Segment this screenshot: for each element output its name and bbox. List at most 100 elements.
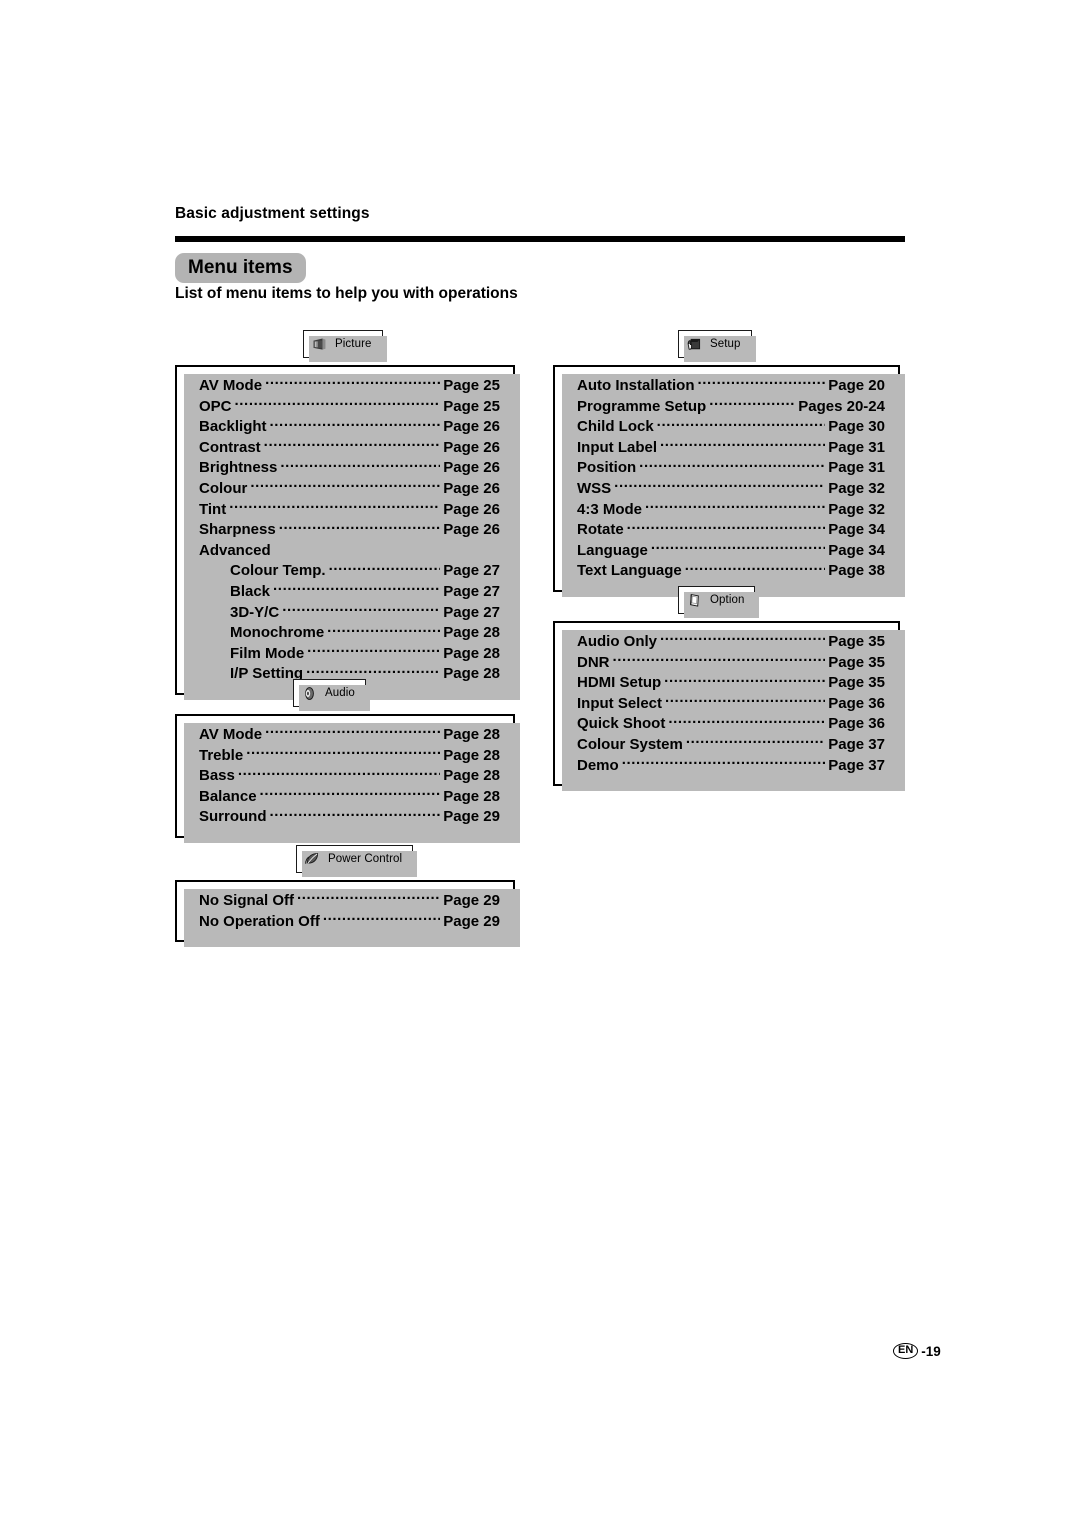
- menu-row: Text Language Page 38: [577, 560, 885, 581]
- menu-row: AV Mode Page 28: [199, 724, 500, 745]
- menu-item-page-ref: Page 29: [443, 912, 500, 930]
- menu-row: Bass Page 28: [199, 765, 500, 786]
- menu-row: Treble Page 28: [199, 745, 500, 766]
- menu-item-label: Tint: [199, 500, 227, 518]
- menu-tab-label: Option: [710, 594, 745, 606]
- menu-row: Monochrome Page 28: [199, 622, 500, 643]
- menu-row: Colour Page 26: [199, 478, 500, 499]
- menu-tab-power-control: Power Control: [296, 845, 418, 877]
- menu-row: Colour System Page 37: [577, 734, 885, 755]
- menu-item-page-ref: Page 30: [828, 418, 885, 436]
- dot-leader: [238, 765, 440, 780]
- running-head: Basic adjustment settings: [175, 205, 370, 222]
- menu-tab-setup: Setup: [678, 330, 756, 362]
- menu-item-label: WSS: [577, 479, 612, 497]
- dot-leader: [664, 672, 825, 687]
- menu-row: No Signal Off Page 29: [199, 890, 500, 911]
- dot-leader: [627, 519, 826, 534]
- menu-item-page-ref: Page 26: [443, 459, 500, 477]
- dot-leader: [270, 806, 441, 821]
- page-footer: EN -19: [893, 1343, 941, 1359]
- menu-item-page-ref: Pages 20-24: [798, 397, 885, 415]
- menu-box-picture: AV Mode Page 25 OPC Page 25 Backlight Page 26…: [175, 365, 520, 700]
- menu-row: Rotate Page 34: [577, 519, 885, 540]
- dot-leader: [323, 911, 440, 926]
- menu-item-label: Sharpness: [199, 521, 276, 539]
- dot-leader: [246, 745, 440, 760]
- dot-leader: [273, 581, 440, 596]
- menu-item-page-ref: Page 28: [443, 665, 500, 683]
- menu-row: Tint Page 26: [199, 499, 500, 520]
- menu-tab-option: Option: [678, 586, 760, 618]
- menu-item-page-ref: Page 26: [443, 418, 500, 436]
- menu-item-label: Monochrome: [230, 624, 325, 642]
- menu-row: Backlight Page 26: [199, 416, 500, 437]
- menu-tab-picture: Picture: [303, 330, 386, 362]
- dot-leader: [235, 396, 441, 411]
- menu-item-label: AV Mode: [199, 377, 263, 394]
- menu-item-label: Black: [230, 582, 271, 600]
- menu-row: Language Page 34: [577, 540, 885, 561]
- menu-row: Brightness Page 26: [199, 457, 500, 478]
- menu-item-page-ref: Page 28: [443, 787, 500, 805]
- manual-page: Basic adjustment settings Menu items Lis…: [0, 0, 1080, 1528]
- menu-box-setup: Auto InstallationPage 20Programme SetupP…: [553, 365, 905, 597]
- menu-item-page-ref: Page 36: [828, 694, 885, 712]
- menu-item-page-ref: Page 28: [443, 644, 500, 662]
- dot-leader: [327, 622, 440, 637]
- menu-item-label: Position: [577, 459, 637, 477]
- menu-item-label: Film Mode: [230, 644, 305, 662]
- menu-item-label: Brightness: [199, 459, 278, 477]
- leaf-icon: [304, 851, 321, 868]
- menu-tab-label: Audio: [325, 687, 355, 699]
- dot-leader: [686, 734, 825, 749]
- menu-item-label: No Operation Off: [199, 912, 320, 930]
- menu-item-page-ref: Page 28: [443, 726, 500, 743]
- menu-item-page-ref: Page 28: [443, 767, 500, 785]
- menu-item-page-ref: Page 26: [443, 521, 500, 539]
- dot-leader: [265, 375, 440, 390]
- dot-leader: [282, 602, 440, 617]
- menu-box-option: Audio Only Page 35 DNR Page 35 HDMI Setup Pag…: [553, 621, 905, 792]
- section-title-badge: Menu items: [175, 253, 306, 283]
- menu-item-page-ref: Page 27: [443, 582, 500, 600]
- menu-item-page-ref: Page 35: [828, 674, 885, 692]
- menu-item-page-ref: Page 37: [828, 735, 885, 753]
- menu-item-label: Language: [577, 541, 648, 559]
- menu-item-label: Colour Temp.: [230, 562, 326, 580]
- menu-row: Contrast Page 26: [199, 437, 500, 458]
- menu-item-page-ref: Page 35: [828, 633, 885, 650]
- menu-item-label: Colour System: [577, 735, 683, 753]
- menu-item-page-ref: Page 35: [828, 653, 885, 671]
- dot-leader: [279, 519, 441, 534]
- menu-item-label: Child Lock: [577, 418, 654, 436]
- menu-item-page-ref: Page 31: [828, 459, 885, 477]
- menu-item-page-ref: Page 25: [443, 397, 500, 415]
- dot-leader: [306, 663, 440, 678]
- dot-leader: [307, 643, 440, 658]
- dot-leader: [229, 499, 440, 514]
- menu-row: Audio Only Page 35: [577, 631, 885, 652]
- dot-leader: [657, 416, 826, 431]
- dot-leader: [250, 478, 440, 493]
- menu-row: 4:3 Mode Page 32: [577, 499, 885, 520]
- menu-item-label: AV Mode: [199, 726, 263, 743]
- menu-row: OPC Page 25: [199, 396, 500, 417]
- language-code-badge: EN: [893, 1343, 919, 1359]
- menu-row: Advanced: [199, 540, 500, 561]
- menu-item-label: DNR: [577, 653, 610, 671]
- menu-item-page-ref: Page 29: [443, 808, 500, 826]
- menu-item-label: 3D-Y/C: [230, 603, 280, 621]
- menu-row: Balance Page 28: [199, 786, 500, 807]
- menu-row: Child Lock Page 30: [577, 416, 885, 437]
- menu-item-page-ref: Page 34: [828, 541, 885, 559]
- menu-row: WSS Page 32: [577, 478, 885, 499]
- dot-leader: [685, 560, 826, 575]
- dot-leader: [264, 437, 441, 452]
- menu-item-label: Backlight: [199, 418, 267, 436]
- page-number: -19: [921, 1343, 941, 1359]
- dot-leader: [668, 713, 825, 728]
- menu-item-page-ref: Page 34: [828, 521, 885, 539]
- menu-row: Demo Page 37: [577, 755, 885, 776]
- dot-leader: [660, 437, 825, 452]
